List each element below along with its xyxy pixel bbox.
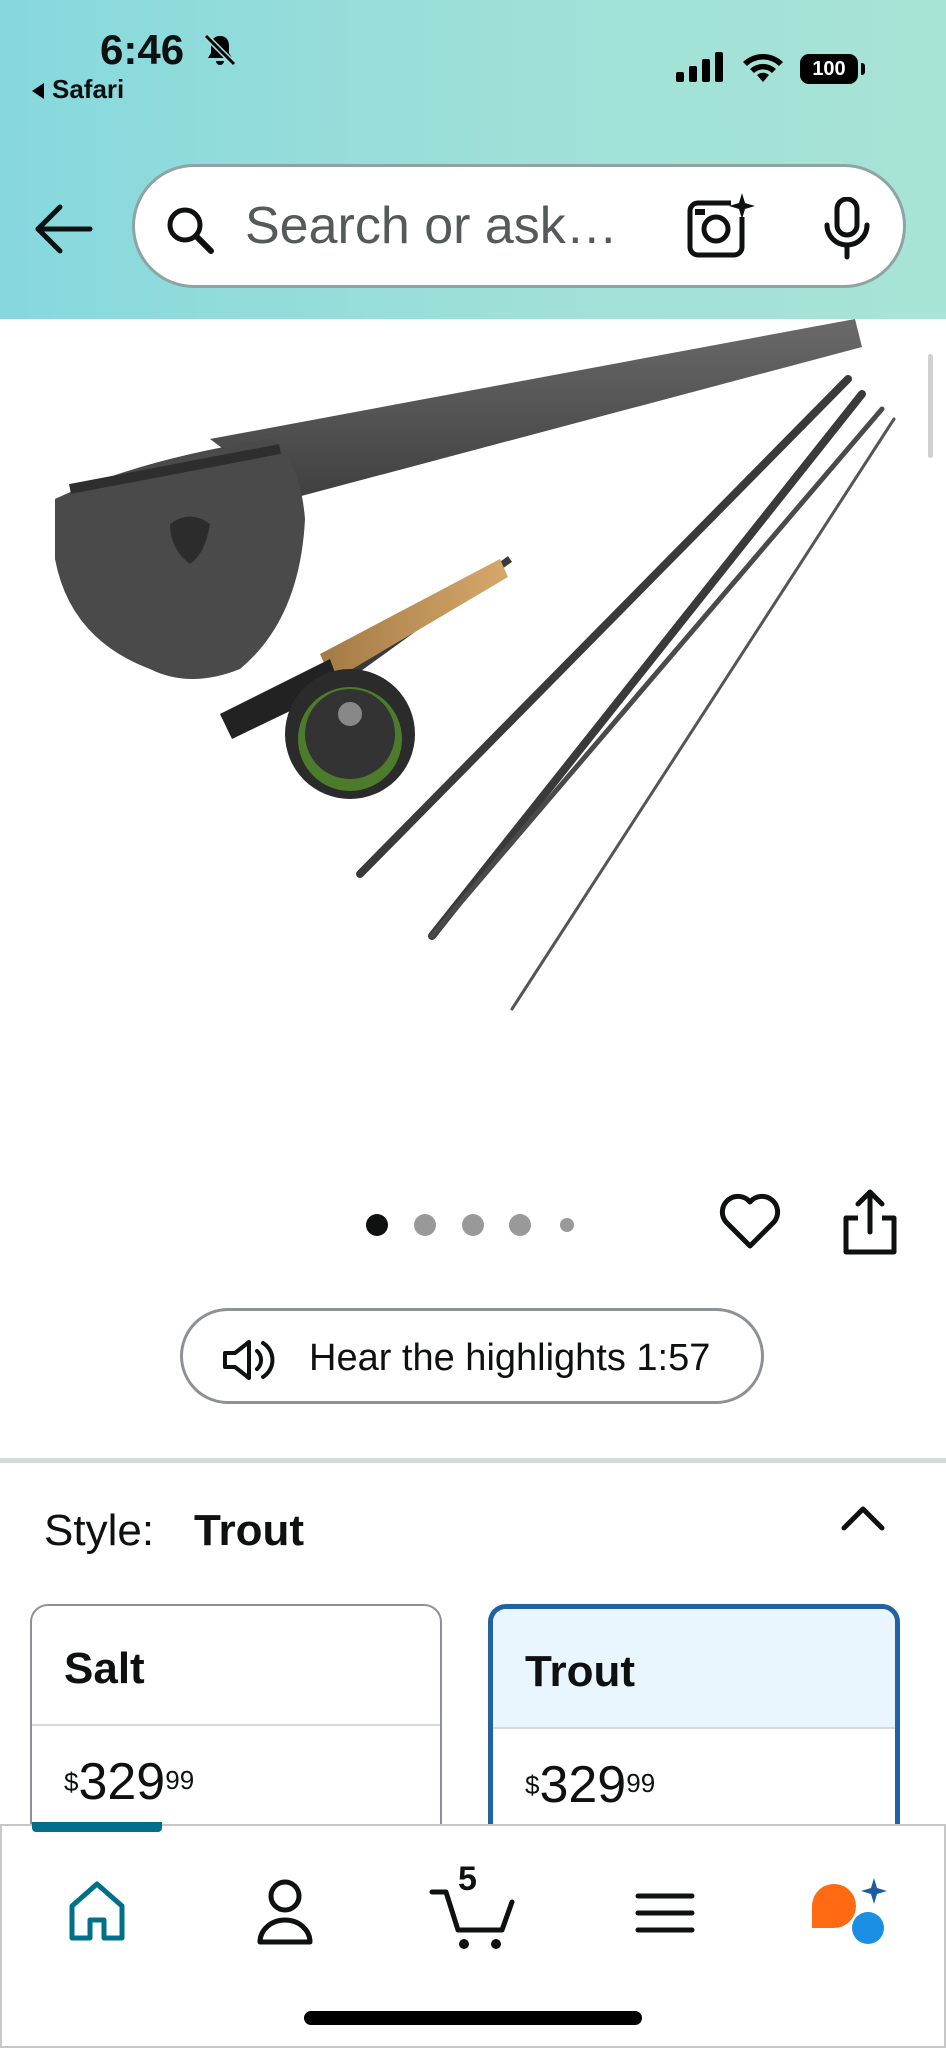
home-icon[interactable]: [42, 1866, 152, 1956]
cellular-signal-icon: [676, 52, 723, 82]
style-option-name: Trout: [525, 1647, 635, 1696]
home-indicator[interactable]: [304, 2011, 642, 2025]
status-time: 6:46: [100, 26, 185, 73]
carousel-dot-1[interactable]: [366, 1214, 388, 1236]
currency-symbol: $: [64, 1767, 79, 1797]
app-header: 6:46 Safari 100: [0, 0, 946, 319]
section-divider: [0, 1458, 946, 1463]
search-icon: [167, 207, 214, 254]
carousel-dot-3[interactable]: [462, 1214, 484, 1236]
style-option-name: Salt: [64, 1644, 145, 1693]
style-option-price: $32999: [525, 1759, 655, 1811]
hear-highlights-button[interactable]: Hear the highlights 1:57: [180, 1308, 764, 1404]
product-image[interactable]: [0, 319, 946, 1139]
share-icon[interactable]: [840, 1188, 900, 1258]
price-cents: 99: [165, 1765, 195, 1795]
account-icon[interactable]: [230, 1866, 340, 1956]
camera-lens-icon[interactable]: [685, 191, 755, 261]
search-input[interactable]: [245, 193, 665, 259]
back-triangle-icon: [32, 83, 44, 100]
microphone-icon[interactable]: [819, 197, 875, 261]
currency-symbol: $: [525, 1770, 540, 1800]
speaker-audio-icon: [223, 1340, 275, 1380]
back-to-safari[interactable]: Safari: [32, 74, 124, 105]
style-option-trout[interactable]: Trout $32999: [488, 1604, 900, 1844]
price-dollars: 329: [539, 1756, 627, 1814]
style-selected-value: Trout: [194, 1506, 304, 1555]
silent-bell-icon: [203, 33, 237, 67]
rufus-assistant-icon[interactable]: [798, 1866, 908, 1956]
style-option-price: $32999: [64, 1756, 194, 1808]
back-arrow-icon[interactable]: [32, 198, 94, 260]
battery-indicator: 100: [800, 54, 858, 84]
active-tab-indicator: [32, 1822, 162, 1832]
style-option-salt[interactable]: Salt $32999: [30, 1604, 442, 1844]
battery-tip: [861, 63, 865, 75]
chevron-up-icon[interactable]: [838, 1500, 888, 1536]
carousel-dot-5[interactable]: [560, 1218, 574, 1232]
wifi-icon: [743, 54, 783, 82]
cart-button[interactable]: 5: [420, 1860, 530, 1956]
hear-highlights-label: Hear the highlights 1:57: [309, 1337, 711, 1379]
carousel-dot-4[interactable]: [509, 1214, 531, 1236]
heart-icon[interactable]: [718, 1192, 782, 1252]
menu-icon[interactable]: [610, 1866, 720, 1956]
style-label: Style:: [44, 1506, 155, 1555]
price-cents: 99: [626, 1768, 656, 1798]
back-app-label: Safari: [52, 74, 125, 104]
cart-count-badge: 5: [458, 1860, 477, 1898]
carousel-dot-2[interactable]: [414, 1214, 436, 1236]
search-bar[interactable]: [132, 164, 906, 288]
price-dollars: 329: [78, 1753, 166, 1811]
